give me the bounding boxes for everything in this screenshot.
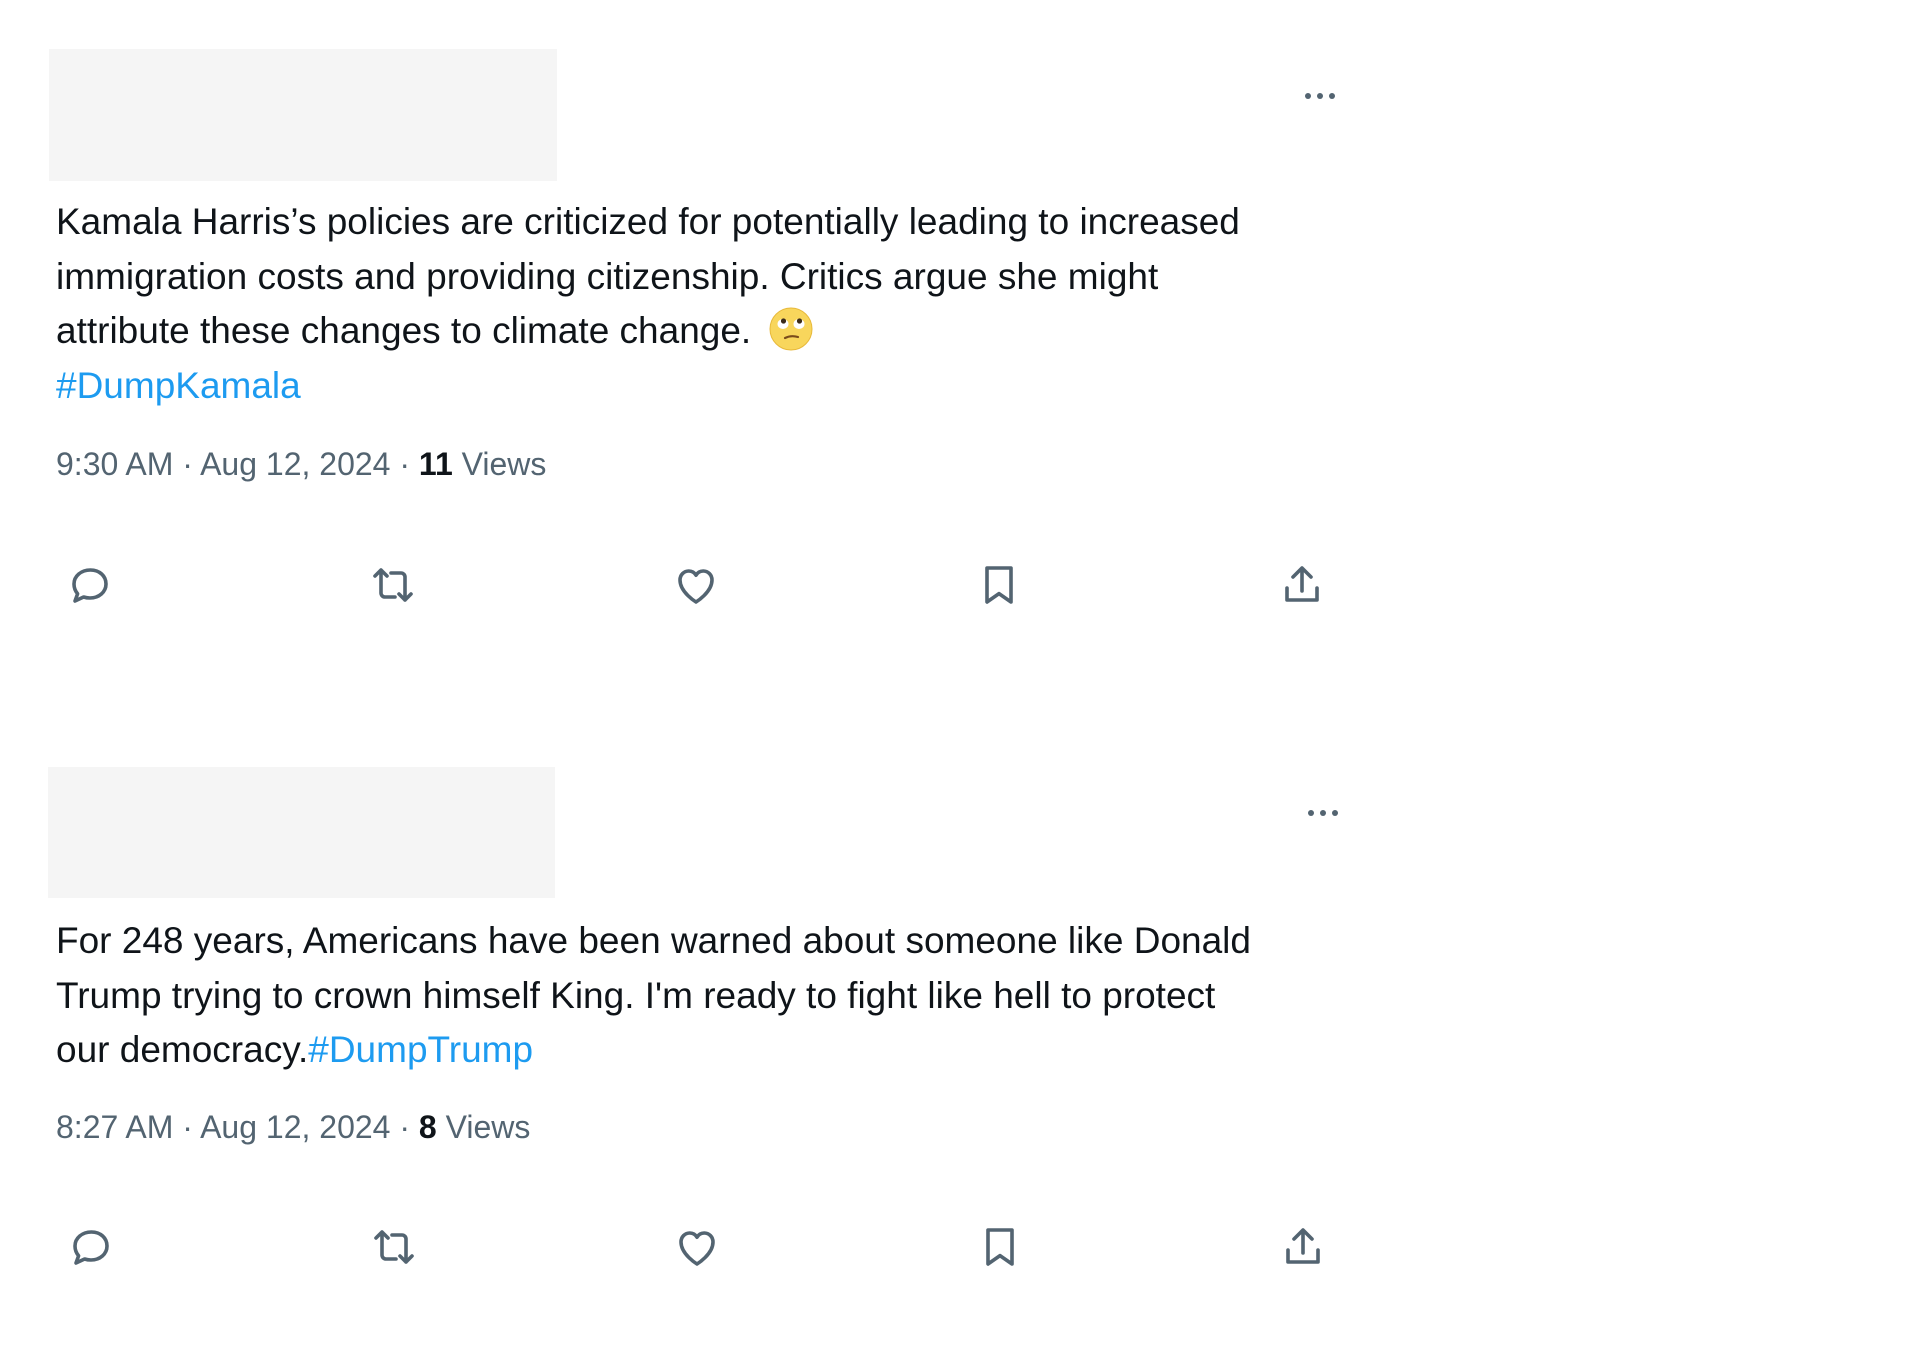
bookmark-icon (986, 1228, 1014, 1266)
meta-separator: · (390, 1109, 419, 1145)
tweet-meta: 8:27 AM · Aug 12, 2024 · 8 Views (56, 1109, 530, 1146)
hashtag-link[interactable]: #DumpTrump (308, 1029, 533, 1070)
tweet-text: For 248 years, Americans have been warne… (56, 914, 1356, 1078)
repost-button[interactable] (364, 1217, 424, 1277)
share-button[interactable] (1273, 1217, 1333, 1277)
tweet-actions (60, 555, 1340, 615)
reply-icon (73, 1230, 109, 1265)
views-count: 11 (418, 446, 453, 482)
tweet-text: Kamala Harris’s policies are criticized … (56, 195, 1356, 413)
repost-button[interactable] (363, 555, 423, 615)
views-count: 8 (418, 1109, 437, 1145)
more-dots-icon (1305, 93, 1335, 99)
like-button[interactable] (666, 555, 726, 615)
redacted-author-header (48, 767, 555, 898)
share-icon (1285, 566, 1319, 602)
tweet-text-content: For 248 years, Americans have been warne… (56, 920, 1251, 1070)
bookmark-icon (985, 566, 1013, 604)
views-label: Views (436, 1109, 531, 1145)
tweet-actions (61, 1217, 1341, 1277)
more-options-button[interactable] (1290, 76, 1350, 116)
reply-button[interactable] (60, 555, 120, 615)
redacted-author-header (49, 49, 557, 181)
hashtag-link[interactable]: #DumpKamala (56, 365, 301, 406)
tweet-date[interactable]: Aug 12, 2024 (200, 1109, 390, 1145)
meta-separator: · (390, 446, 419, 482)
face-with-rolling-eyes-icon (769, 307, 812, 351)
tweet-meta: 9:30 AM · Aug 12, 2024 · 11 Views (56, 446, 546, 483)
share-icon (1286, 1228, 1320, 1264)
views-label: Views (452, 446, 547, 482)
like-button[interactable] (667, 1217, 727, 1277)
tweet-time[interactable]: 8:27 AM (56, 1109, 173, 1145)
repost-icon (373, 568, 413, 602)
like-icon (678, 569, 714, 604)
reply-button[interactable] (61, 1217, 121, 1277)
tweet-text-content: Kamala Harris’s policies are criticized … (56, 201, 1240, 351)
meta-separator: · (173, 446, 201, 482)
like-icon (679, 1231, 715, 1266)
bookmark-button[interactable] (969, 555, 1029, 615)
tweet-date[interactable]: Aug 12, 2024 (200, 446, 390, 482)
repost-icon (374, 1230, 414, 1264)
tweet-time[interactable]: 9:30 AM (56, 446, 173, 482)
share-button[interactable] (1272, 555, 1332, 615)
more-options-button[interactable] (1293, 793, 1353, 833)
reply-icon (72, 568, 108, 603)
bookmark-button[interactable] (970, 1217, 1030, 1277)
more-dots-icon (1308, 810, 1338, 816)
meta-separator: · (173, 1109, 201, 1145)
